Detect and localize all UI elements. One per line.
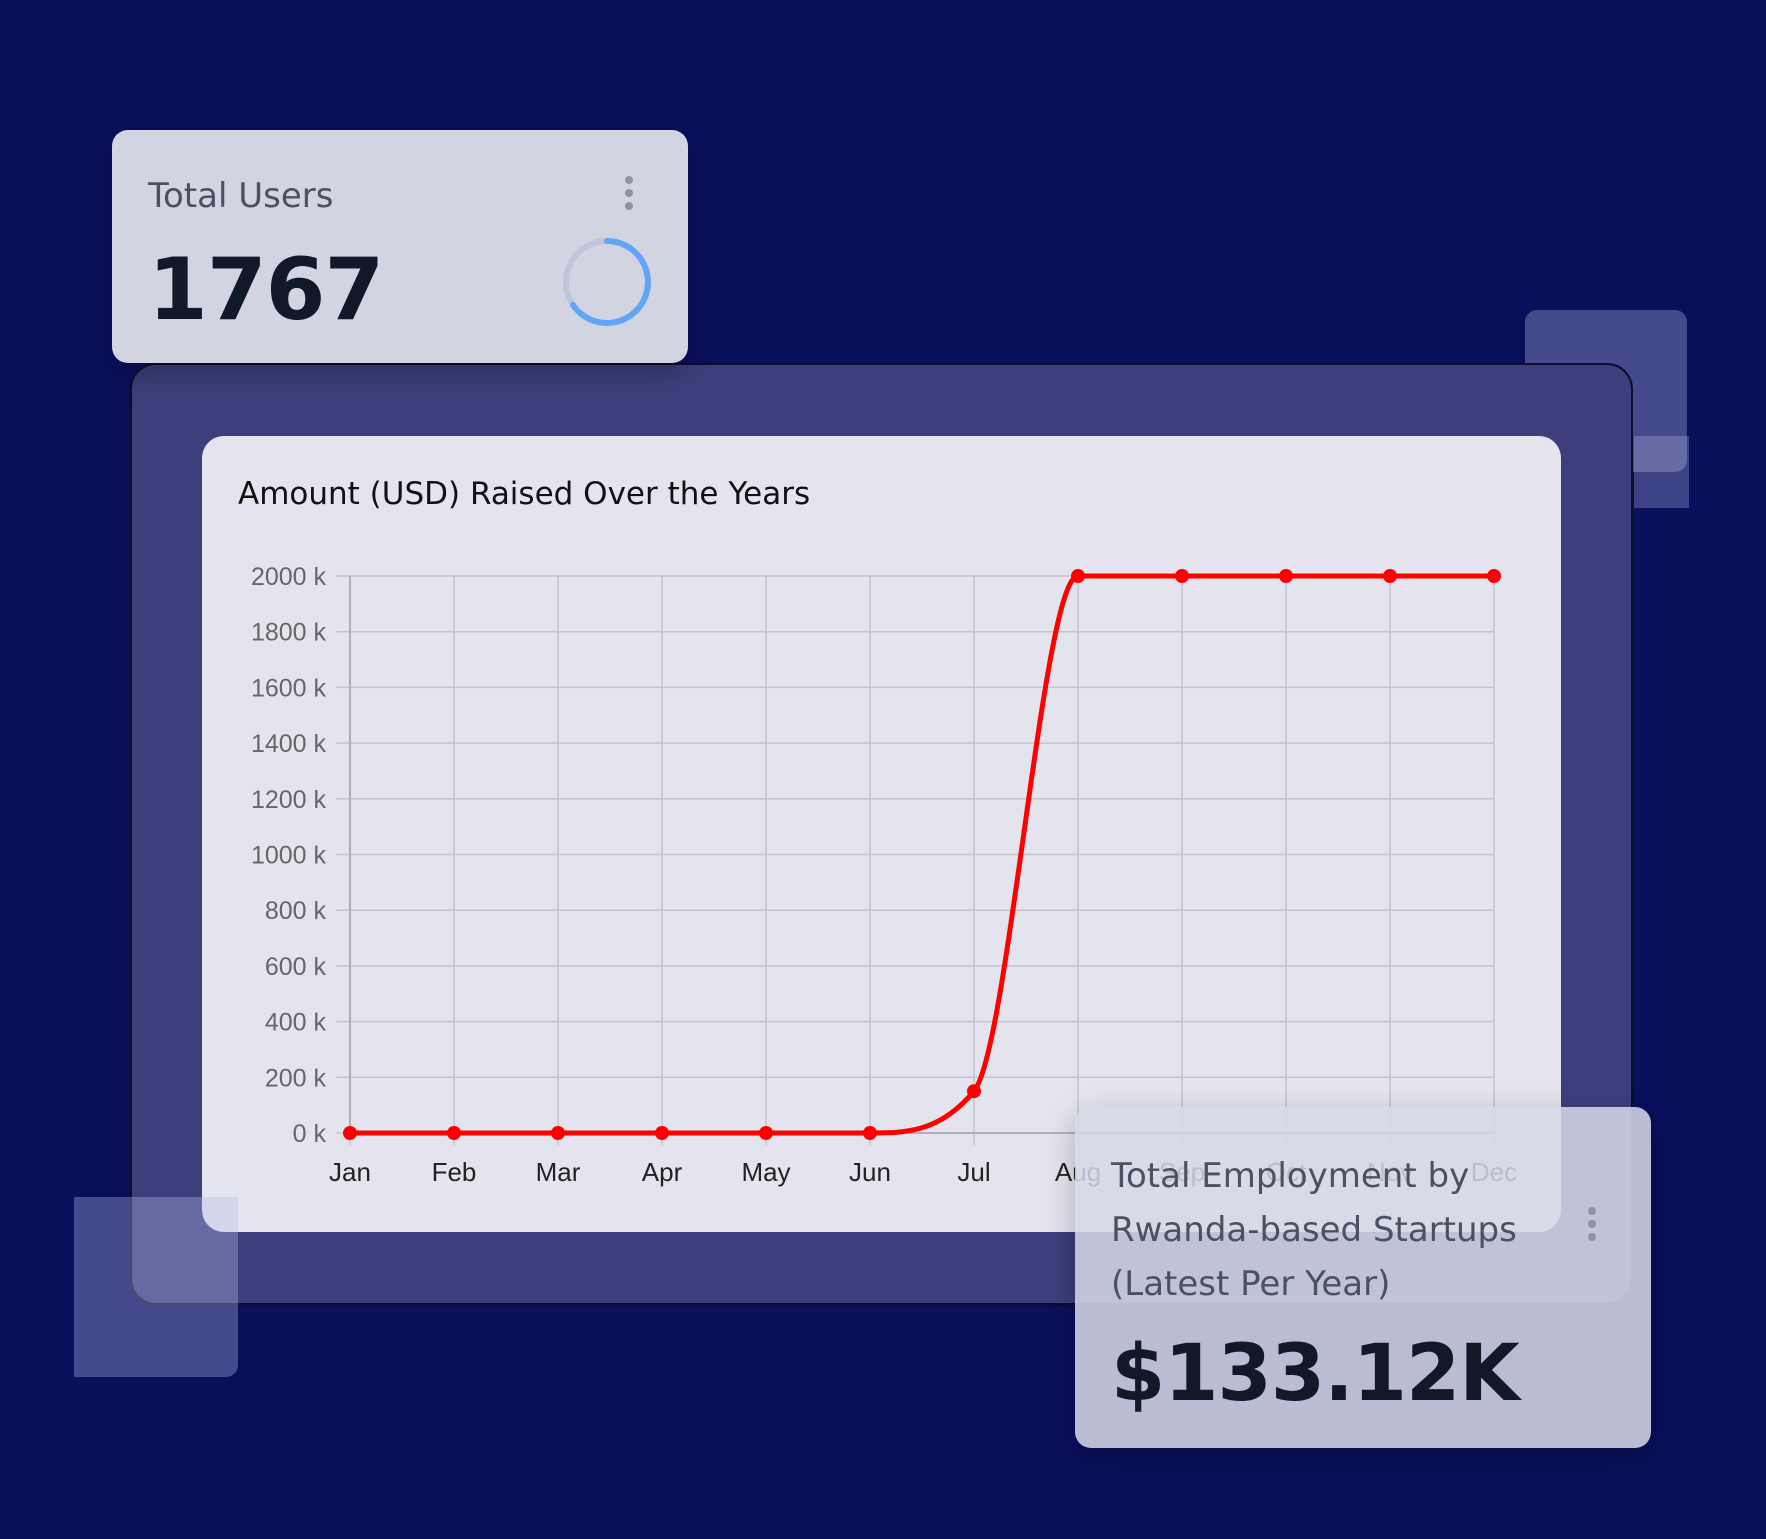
data-point bbox=[343, 1126, 357, 1140]
total-employment-title: Total Employment by Rwanda-based Startup… bbox=[1111, 1156, 1517, 1304]
y-tick-label: 0 k bbox=[293, 1120, 327, 1148]
total-users-title: Total Users bbox=[148, 176, 334, 216]
data-point bbox=[551, 1126, 565, 1140]
y-tick-label: 1000 k bbox=[251, 842, 327, 870]
y-tick-label: 1200 k bbox=[251, 786, 327, 814]
kebab-menu-icon[interactable] bbox=[625, 176, 633, 210]
data-point bbox=[1175, 569, 1189, 583]
total-users-value: 1767 bbox=[148, 240, 384, 340]
x-tick-label: Mar bbox=[536, 1157, 581, 1187]
x-tick-label: Jul bbox=[957, 1157, 990, 1187]
y-tick-label: 2000 k bbox=[251, 563, 327, 591]
y-tick-label: 200 k bbox=[265, 1064, 327, 1092]
y-tick-label: 1400 k bbox=[251, 730, 327, 758]
data-point bbox=[655, 1126, 669, 1140]
x-tick-label: Feb bbox=[432, 1157, 477, 1187]
loading-spinner-icon bbox=[563, 238, 651, 326]
data-point bbox=[1487, 569, 1501, 583]
y-tick-label: 400 k bbox=[265, 1009, 327, 1037]
data-point bbox=[759, 1126, 773, 1140]
x-tick-label: Apr bbox=[642, 1157, 683, 1187]
data-point bbox=[967, 1084, 981, 1099]
data-point bbox=[447, 1126, 461, 1140]
x-tick-label: Jan bbox=[329, 1157, 371, 1187]
x-tick-label: Jun bbox=[849, 1157, 891, 1187]
x-tick-label: May bbox=[741, 1157, 790, 1187]
kebab-menu-icon[interactable] bbox=[1588, 1207, 1596, 1241]
y-tick-label: 1800 k bbox=[251, 619, 327, 647]
y-tick-label: 600 k bbox=[265, 953, 327, 981]
data-point bbox=[1279, 569, 1293, 583]
data-point bbox=[863, 1126, 877, 1140]
y-tick-label: 800 k bbox=[265, 897, 327, 925]
total-users-card: Total Users 1767 bbox=[112, 130, 688, 363]
data-point bbox=[1383, 569, 1397, 583]
y-tick-label: 1600 k bbox=[251, 674, 327, 702]
data-point bbox=[1071, 569, 1085, 583]
decorative-square-bottom-left bbox=[74, 1197, 238, 1377]
total-employment-value: $133.12K bbox=[1111, 1329, 1520, 1419]
total-employment-card: Total Employment by Rwanda-based Startup… bbox=[1075, 1107, 1651, 1448]
decorative-square-top-right-small bbox=[1634, 436, 1689, 508]
